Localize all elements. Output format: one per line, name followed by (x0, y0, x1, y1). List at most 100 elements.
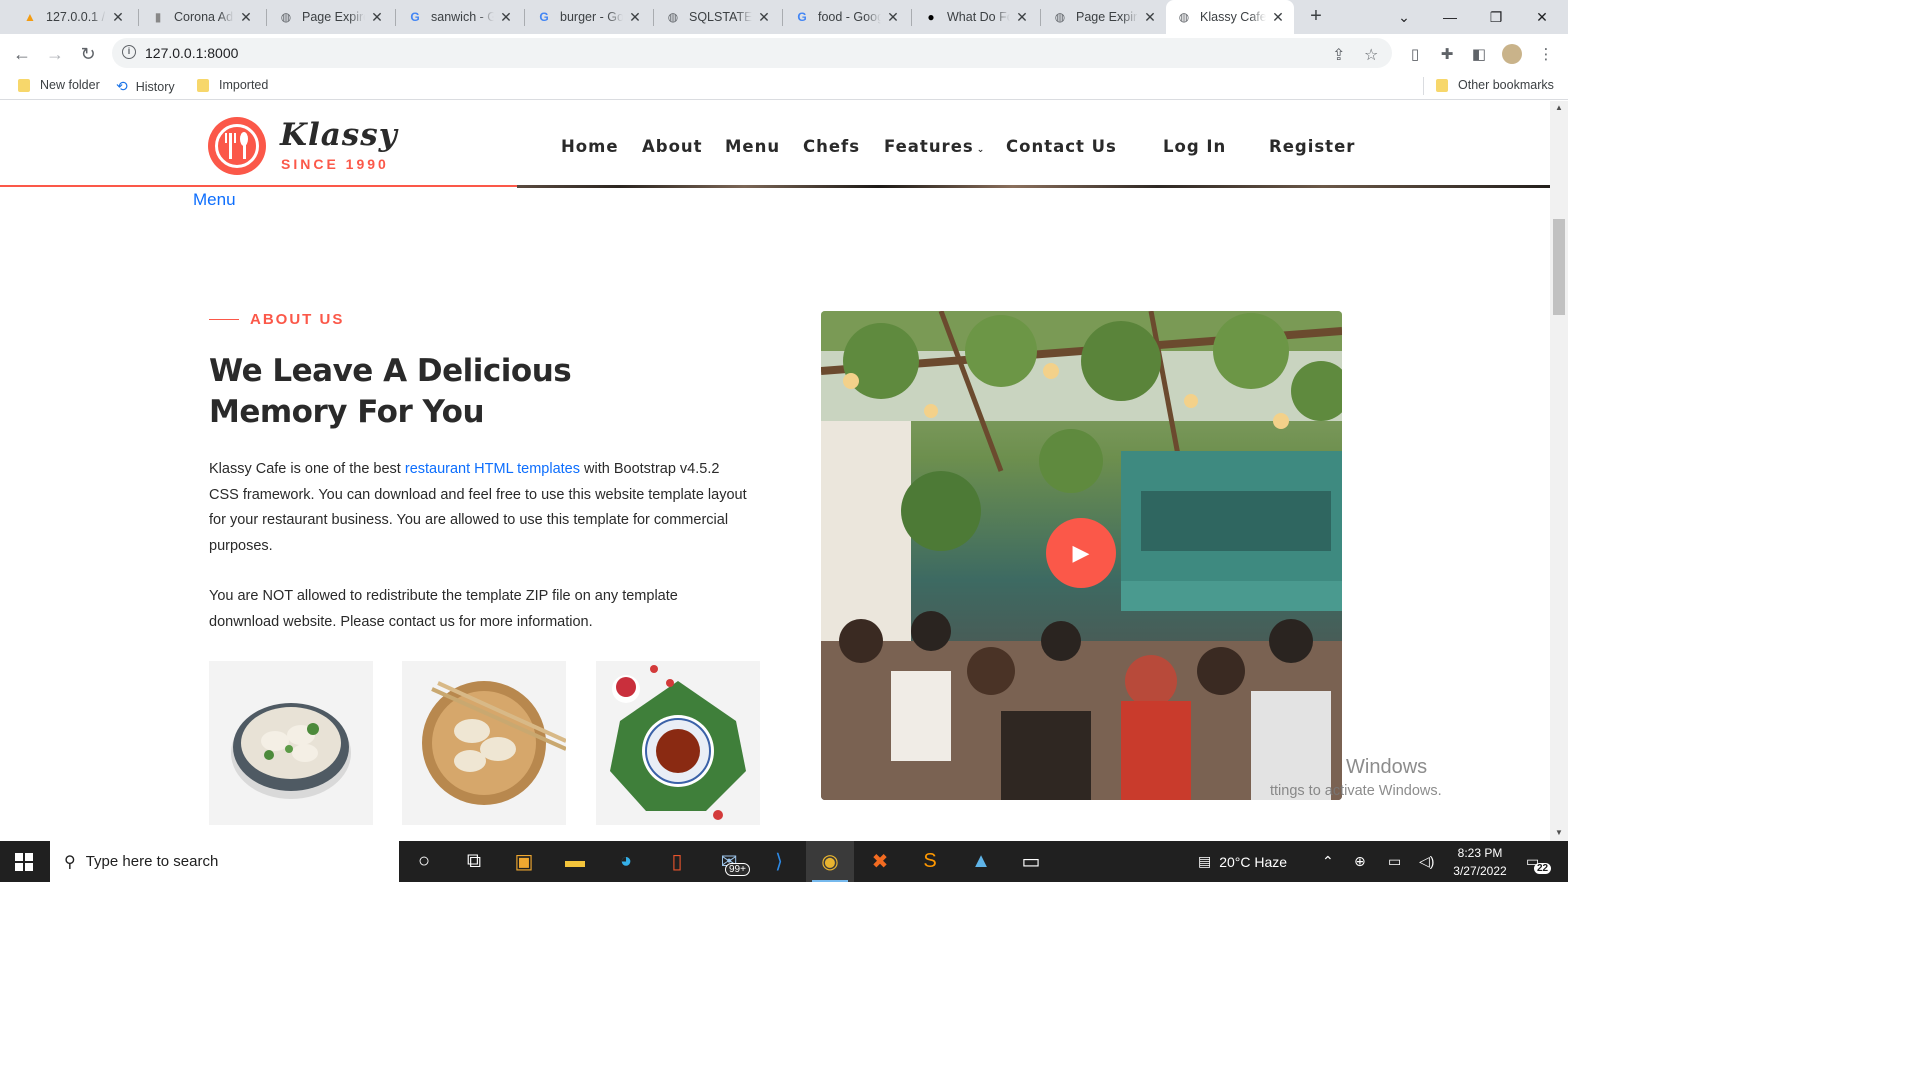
globe-icon: ◍ (1178, 10, 1190, 24)
tab-phpmyadmin[interactable]: ▲ 127.0.0.1 / 1 ✕ (12, 0, 134, 34)
tab-page-expired[interactable]: ◍ Page Expired ✕ (268, 0, 393, 34)
profile-avatar[interactable] (1502, 44, 1522, 64)
show-hidden-icons[interactable]: ⌃ (1322, 841, 1334, 882)
section-heading: We Leave A Delicious Memory For You (209, 353, 572, 430)
header-divider (0, 185, 517, 187)
activate-windows-title: Windows (1346, 756, 1428, 778)
volume-icon[interactable]: ◁) (1419, 841, 1434, 882)
nav-register[interactable]: Register (1269, 137, 1355, 156)
task-view-icon[interactable]: ⧉ (450, 841, 498, 882)
tab-search-icon[interactable]: ⌄ (1381, 0, 1427, 34)
start-button[interactable] (0, 841, 48, 882)
notification-center-icon[interactable]: ▭ (1526, 841, 1539, 882)
close-tab-icon[interactable]: ✕ (756, 9, 772, 26)
taskbar-search[interactable]: ⚲ Type here to search (50, 841, 399, 882)
mail-icon[interactable]: ✉ 99+ (705, 841, 753, 882)
close-window-button[interactable]: ✕ (1519, 0, 1565, 34)
tab-food[interactable]: G food - Google ✕ (784, 0, 909, 34)
globe-icon: ◍ (1054, 10, 1066, 24)
chrome-icon[interactable]: ◉ (806, 841, 854, 882)
nav-menu[interactable]: Menu (725, 137, 780, 156)
bookmark-other[interactable]: Other bookmarks (1436, 78, 1554, 92)
minimize-button[interactable]: — (1427, 0, 1473, 34)
nav-home[interactable]: Home (561, 137, 619, 156)
reload-button[interactable]: ↻ (75, 41, 101, 67)
close-tab-icon[interactable]: ✕ (627, 9, 643, 26)
bookmarks-bar: New folder ⟲ History Imported Other book… (0, 72, 1568, 100)
tea-cup-image[interactable] (596, 661, 760, 825)
edge-icon[interactable]: ◕ (602, 841, 650, 882)
close-tab-icon[interactable]: ✕ (1014, 9, 1030, 26)
globe-icon: ◍ (280, 10, 292, 24)
scroll-up-arrow[interactable]: ▲ (1554, 103, 1564, 112)
close-tab-icon[interactable]: ✕ (885, 9, 901, 26)
xampp-icon[interactable]: ✖ (856, 841, 904, 882)
scroll-down-arrow[interactable]: ▼ (1554, 828, 1564, 837)
tab-corona-admin[interactable]: ▮ Corona Admin ✕ (140, 0, 262, 34)
system-clock[interactable]: 8:23 PM 3/27/2022 (1440, 844, 1520, 880)
close-tab-icon[interactable]: ✕ (1142, 9, 1158, 26)
new-tab-button[interactable]: + (1304, 4, 1328, 28)
banner-image-edge (517, 185, 1550, 188)
menu-dots-icon[interactable]: ⋮ (1536, 44, 1556, 64)
nav-about[interactable]: About (642, 137, 703, 156)
close-tab-icon[interactable]: ✕ (110, 9, 126, 26)
office-icon[interactable]: ▯ (653, 841, 701, 882)
play-button[interactable]: ▶ (1046, 518, 1116, 588)
about-paragraph-2: You are NOT allowed to redistribute the … (209, 588, 678, 630)
close-tab-icon[interactable]: ✕ (1270, 9, 1286, 26)
templates-link[interactable]: restaurant HTML templates (405, 461, 580, 477)
address-bar[interactable]: i 127.0.0.1:8000 ⇪ ☆ (112, 38, 1392, 68)
close-tab-icon[interactable]: ✕ (369, 9, 385, 26)
bookmark-star-icon[interactable]: ☆ (1364, 45, 1378, 65)
photos-icon[interactable]: ▲ (957, 841, 1005, 882)
scroll-thumb[interactable] (1553, 219, 1565, 315)
menu-link[interactable]: Menu (193, 190, 236, 210)
logo-icon[interactable] (208, 117, 266, 175)
side-panel-icon[interactable]: ◧ (1469, 44, 1489, 64)
nav-chefs[interactable]: Chefs (803, 137, 860, 156)
site-info-icon[interactable]: i (122, 45, 136, 59)
tab-sanwich[interactable]: G sanwich - Google ✕ (397, 0, 522, 34)
file-explorer-icon[interactable]: ▬ (551, 841, 599, 882)
vscode-icon[interactable]: ⟩ (755, 841, 803, 882)
forward-button[interactable]: → (42, 41, 68, 67)
close-tab-icon[interactable]: ✕ (498, 9, 514, 26)
network-icon[interactable]: ⊕ (1354, 841, 1366, 882)
nav-login[interactable]: Log In (1163, 137, 1226, 156)
url-text[interactable]: 127.0.0.1:8000 (145, 45, 238, 61)
activate-windows-text: ttings to activate Windows. (1270, 783, 1442, 799)
share-icon[interactable]: ⇪ (1332, 45, 1345, 65)
close-tab-icon[interactable]: ✕ (238, 9, 254, 26)
restore-button[interactable]: ❐ (1473, 0, 1519, 34)
back-button[interactable]: ← (9, 41, 35, 67)
tab-klassy-cafe[interactable]: ◍ Klassy Cafe ✕ (1166, 0, 1294, 34)
tab-page-expired-2[interactable]: ◍ Page Expired ✕ (1042, 0, 1166, 34)
page-scrollbar[interactable]: ▲ ▼ (1550, 101, 1568, 841)
logo-tagline: SINCE 1990 (281, 156, 389, 172)
sublime-icon[interactable]: S (906, 841, 954, 882)
bookmark-history[interactable]: ⟲ History (116, 78, 175, 95)
globe-icon: ◍ (667, 10, 679, 24)
bookmark-imported[interactable]: Imported (197, 78, 268, 92)
nav-features[interactable]: Features ⌄ (884, 137, 985, 156)
weather-widget[interactable]: ▤ 20°C Haze (1198, 841, 1287, 882)
tab-what-do-food[interactable]: ● What Do Food ✕ (913, 0, 1038, 34)
logo-name[interactable]: Klassy (280, 117, 398, 153)
dumpling-plate-image[interactable] (402, 661, 566, 825)
terminal-icon[interactable]: ▭ (1007, 841, 1055, 882)
clipboard-icon[interactable]: ▯ (1405, 44, 1425, 64)
folder-icon (197, 78, 209, 92)
nav-contact[interactable]: Contact Us (1006, 137, 1117, 156)
tab-burger[interactable]: G burger - Google ✕ (526, 0, 651, 34)
extensions-icon[interactable]: ✚ (1437, 44, 1457, 64)
windows-logo-icon (15, 852, 33, 871)
store-icon[interactable]: ▣ (500, 841, 548, 882)
dumpling-bowl-image[interactable] (209, 661, 373, 825)
site-icon: ● (927, 10, 935, 24)
battery-icon[interactable]: ▭ (1388, 841, 1401, 882)
cortana-icon[interactable]: ○ (400, 841, 448, 882)
bookmark-new-folder[interactable]: New folder (18, 78, 100, 92)
weather-icon: ▤ (1198, 853, 1212, 869)
tab-sqlstate[interactable]: ◍ SQLSTATE[42S ✕ (655, 0, 780, 34)
